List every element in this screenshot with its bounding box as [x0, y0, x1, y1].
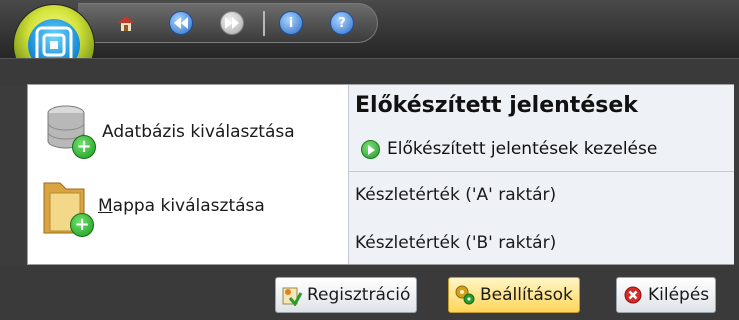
- registration-button[interactable]: Regisztráció: [275, 277, 418, 313]
- registration-icon: [281, 284, 303, 307]
- go-arrow-icon: [361, 139, 380, 159]
- selection-column: + Adatbázis kiválasztása + Mappa kiválas…: [28, 85, 348, 264]
- reports-divider: [349, 171, 734, 172]
- reports-title: Előkészített jelentések: [355, 93, 638, 118]
- manage-reports-button[interactable]: Előkészített jelentések kezelése: [361, 139, 657, 159]
- help-icon[interactable]: ?: [330, 11, 354, 35]
- select-folder-button[interactable]: + Mappa kiválasztása: [40, 177, 265, 237]
- folder-add-icon: +: [40, 177, 94, 237]
- quick-access-toolbar: i ?: [78, 3, 378, 43]
- manage-reports-label: Előkészített jelentések kezelése: [387, 139, 658, 159]
- exit-button[interactable]: Kilépés: [616, 277, 717, 313]
- settings-button[interactable]: Beállítások: [448, 277, 580, 313]
- settings-icon: [454, 284, 476, 306]
- select-folder-label: Mappa kiválasztása: [98, 196, 265, 216]
- exit-label: Kilépés: [648, 285, 710, 305]
- back-icon[interactable]: [169, 11, 193, 35]
- info-icon[interactable]: i: [279, 11, 303, 35]
- select-database-button[interactable]: + Adatbázis kiválasztása: [44, 103, 295, 161]
- exit-icon: [622, 284, 644, 306]
- settings-label: Beállítások: [480, 285, 573, 305]
- report-item-b[interactable]: Készletérték ('B' raktár): [355, 233, 556, 253]
- registration-label: Regisztráció: [307, 285, 411, 305]
- report-item-a[interactable]: Készletérték ('A' raktár): [355, 185, 556, 205]
- select-database-label: Adatbázis kiválasztása: [102, 122, 295, 142]
- ribbon-frame: [0, 58, 739, 85]
- toolbar-separator: [263, 11, 265, 36]
- reports-column: Előkészített jelentések Előkészített jel…: [348, 85, 734, 264]
- database-add-icon: +: [44, 103, 98, 161]
- main-panel: + Adatbázis kiválasztása + Mappa kiválas…: [27, 84, 734, 265]
- forward-icon[interactable]: [220, 11, 244, 35]
- home-icon[interactable]: [114, 11, 138, 35]
